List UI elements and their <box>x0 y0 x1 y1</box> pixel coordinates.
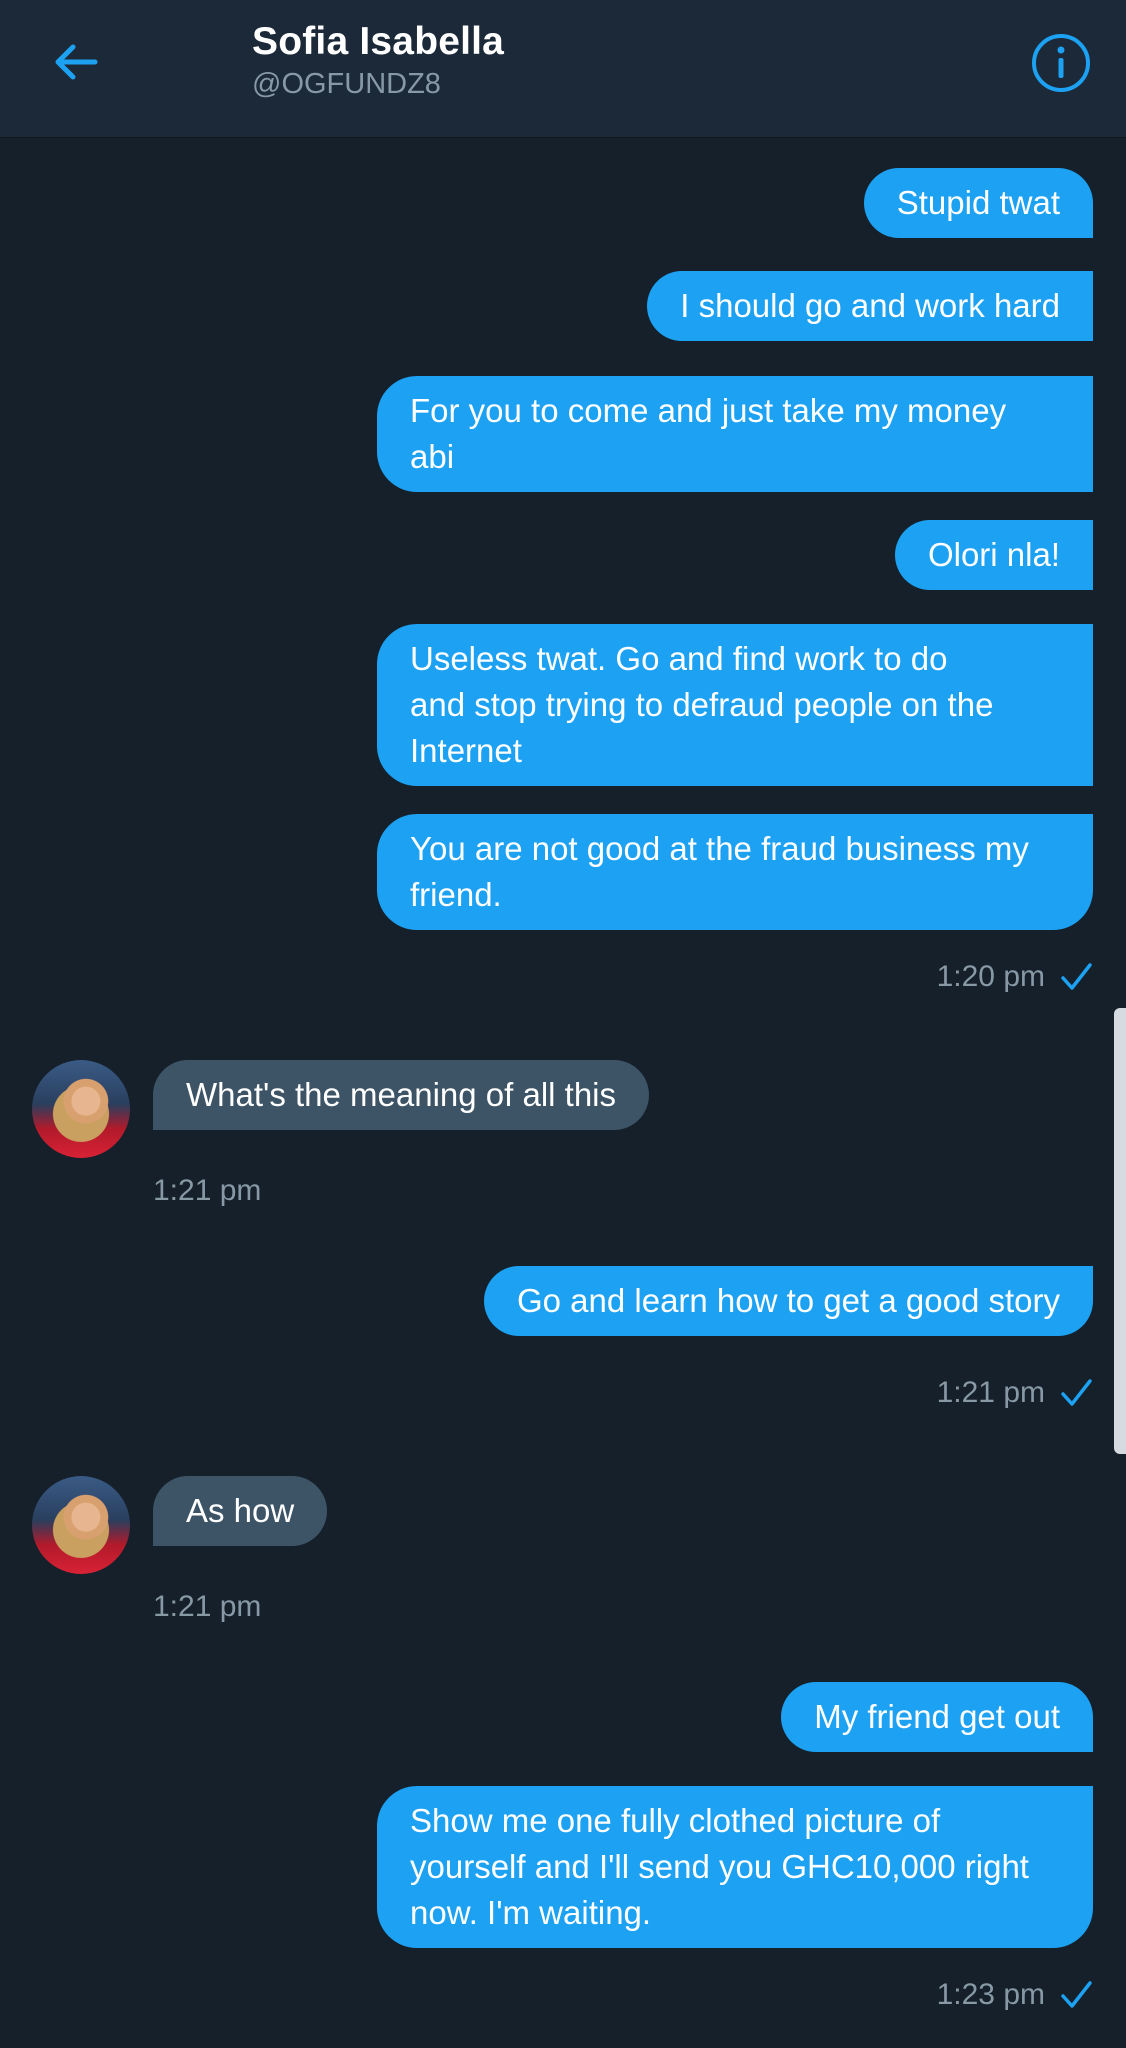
message-bubble-outgoing[interactable]: Stupid twat <box>863 168 1093 238</box>
info-button[interactable] <box>1030 32 1092 94</box>
conversation-handle: @OGFUNDZ8 <box>252 68 441 100</box>
message-bubble-outgoing[interactable]: Go and learn how to get a good story <box>483 1266 1093 1336</box>
message-bubble-outgoing[interactable]: My friend get out <box>781 1682 1093 1752</box>
message-bubble-outgoing[interactable]: I should go and work hard <box>647 271 1093 341</box>
message-timestamp: 1:21 pm <box>153 1174 262 1207</box>
message-bubble-outgoing[interactable]: For you to come and just take my money a… <box>377 376 1093 492</box>
conversation-header: Sofia Isabella @OGFUNDZ8 <box>0 0 1126 138</box>
timestamp-text: 1:20 pm <box>936 960 1045 993</box>
message-bubble-outgoing[interactable]: Show me one fully clothed picture of you… <box>377 1786 1093 1948</box>
message-bubble-outgoing[interactable]: Useless twat. Go and find work to do and… <box>377 624 1093 786</box>
message-bubble-incoming[interactable]: What's the meaning of all this <box>153 1060 650 1130</box>
message-bubble-outgoing[interactable]: You are not good at the fraud business m… <box>377 814 1093 930</box>
arrow-left-icon <box>55 44 98 80</box>
message-bubble-incoming[interactable]: As how <box>153 1476 328 1546</box>
scrollbar[interactable] <box>1114 1008 1126 1454</box>
checkmark-icon <box>1061 1379 1092 1406</box>
info-icon <box>1032 34 1090 92</box>
checkmark-icon <box>1061 963 1092 990</box>
timestamp-text: 1:23 pm <box>936 1978 1045 2011</box>
message-thread[interactable]: Stupid twat I should go and work hard Fo… <box>0 138 1126 2048</box>
checkmark-icon <box>1061 1981 1092 2008</box>
message-timestamp: 1:20 pm <box>937 960 1093 994</box>
conversation-title[interactable]: Sofia Isabella <box>252 20 504 64</box>
message-timestamp: 1:21 pm <box>937 1376 1093 1410</box>
avatar[interactable] <box>32 1060 130 1158</box>
message-timestamp: 1:21 pm <box>153 1590 262 1623</box>
timestamp-text: 1:21 pm <box>936 1376 1045 1409</box>
message-timestamp: 1:23 pm <box>937 1978 1093 2012</box>
message-bubble-outgoing[interactable]: Olori nla! <box>894 520 1093 590</box>
avatar[interactable] <box>32 1476 130 1574</box>
back-button[interactable] <box>42 28 110 96</box>
